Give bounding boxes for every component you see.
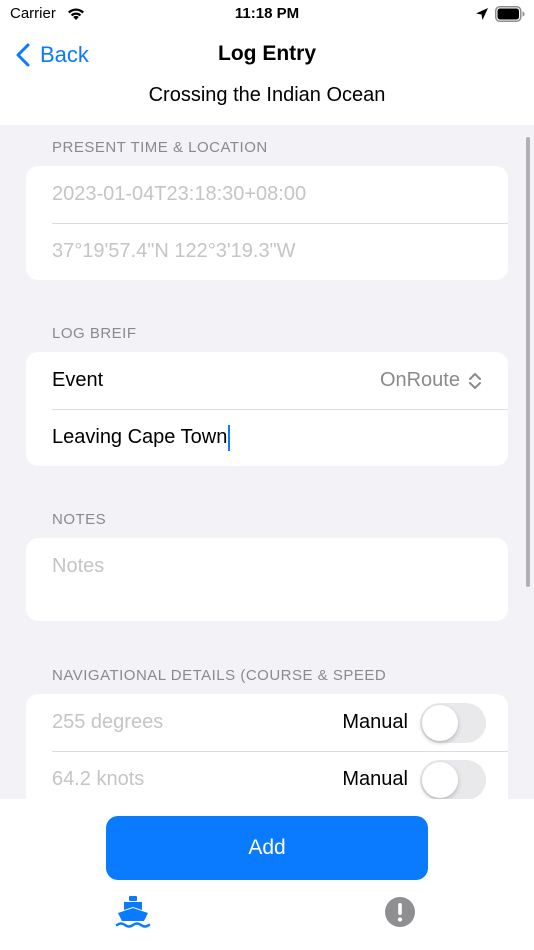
course-manual-toggle[interactable] (420, 702, 486, 743)
location-placeholder: 37°19'57.4"N 122°3'19.3"W (52, 240, 296, 262)
speed-field[interactable]: 64.2 knots (52, 768, 144, 791)
speed-toggle-label: Manual (342, 768, 408, 790)
brief-text: Leaving Cape Town (52, 426, 228, 448)
event-picker[interactable]: Event OnRoute (26, 352, 508, 409)
section-header-navigation: NAVIGATIONAL DETAILS (COURSE & SPEED (52, 667, 387, 684)
bottom-bar: Add (0, 799, 534, 950)
section-header-notes: NOTES (52, 511, 107, 528)
section-header-time-location: PRESENT TIME & LOCATION (52, 139, 268, 156)
event-value-wrap: OnRoute (380, 369, 482, 392)
location-arrow-icon (475, 7, 489, 26)
timestamp-placeholder: 2023-01-04T23:18:30+08:00 (52, 183, 307, 205)
form-content[interactable]: PRESENT TIME & LOCATION 2023-01-04T23:18… (0, 125, 534, 799)
chevron-up-down-icon (469, 372, 481, 389)
exclamation-circle-icon (385, 897, 415, 927)
event-label: Event (52, 369, 104, 391)
event-value: OnRoute (379, 369, 460, 391)
chevron-left-icon (16, 43, 30, 67)
notes-row: Notes (26, 538, 508, 595)
add-button[interactable]: Add (106, 816, 428, 880)
log-brief-card: Event OnRoute Leaving Cape Town (26, 352, 508, 466)
course-toggle-label: Manual (342, 711, 408, 733)
toggle-knob (422, 761, 458, 798)
back-button[interactable]: Back (16, 40, 89, 70)
battery-icon (495, 6, 525, 27)
ship-icon (115, 896, 151, 928)
speed-manual-toggle[interactable] (420, 759, 486, 799)
location-field[interactable]: 37°19'57.4"N 122°3'19.3"W (26, 223, 508, 280)
timestamp-field[interactable]: 2023-01-04T23:18:30+08:00 (26, 166, 508, 223)
back-label: Back (40, 42, 89, 67)
brief-input[interactable]: Leaving Cape Town (26, 409, 508, 466)
scroll-indicator[interactable] (526, 137, 530, 587)
notes-placeholder: Notes (52, 555, 105, 577)
course-field[interactable]: 255 degrees (52, 711, 163, 734)
tab-logbook[interactable] (115, 894, 151, 935)
section-header-log-brief: LOG BREIF (52, 325, 137, 342)
navigation-bar: Back Log Entry (0, 30, 534, 80)
status-time: 11:18 PM (234, 5, 300, 22)
notes-field[interactable]: Notes (26, 538, 508, 621)
status-bar: Carrier 11:18 PM (0, 0, 534, 30)
course-row: 255 degrees Manual (26, 694, 508, 751)
toggle-knob (422, 704, 458, 741)
tab-alerts[interactable] (384, 896, 416, 933)
text-cursor (228, 424, 231, 451)
voyage-title: Crossing the Indian Ocean (148, 84, 386, 106)
speed-row: 64.2 knots Manual (26, 751, 508, 799)
time-location-card: 2023-01-04T23:18:30+08:00 37°19'57.4"N 1… (26, 166, 508, 280)
navigation-card: 255 degrees Manual 64.2 knots Manual (26, 694, 508, 799)
